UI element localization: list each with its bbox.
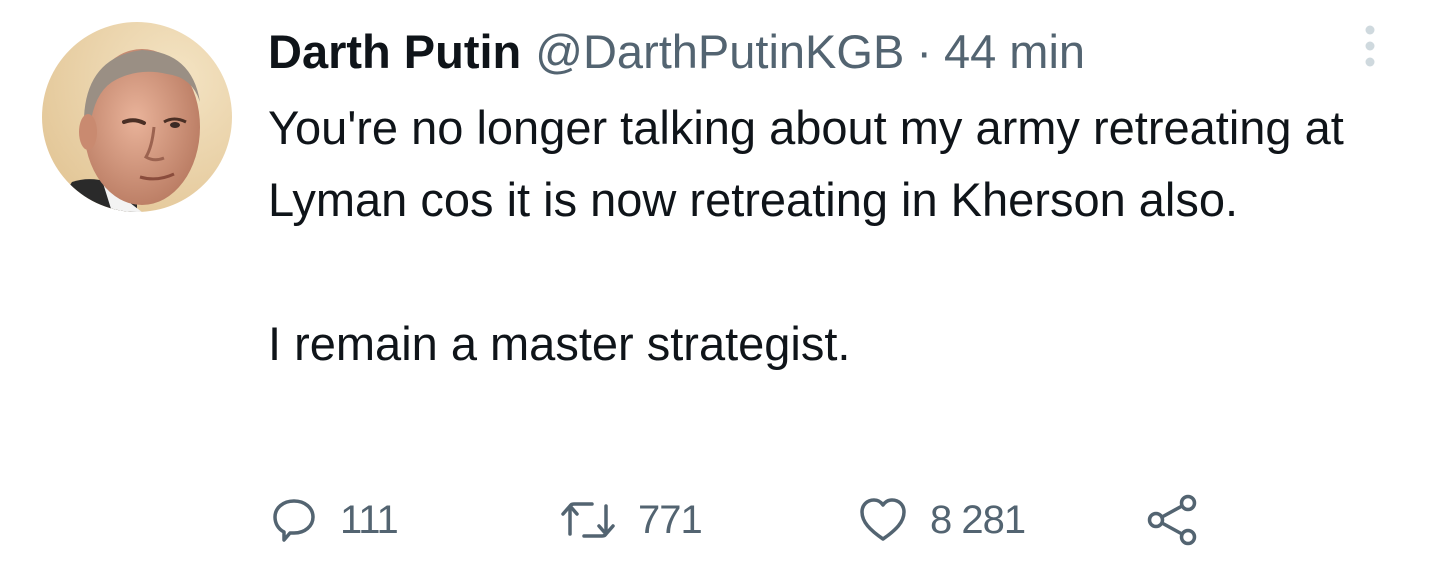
avatar-image: [42, 22, 232, 212]
like-count: 8 281: [930, 497, 1026, 542]
more-vertical-icon: [1365, 25, 1375, 67]
tweet-text-paragraph: I remain a master strategist.: [268, 317, 851, 370]
header-separator: ·: [916, 25, 932, 78]
retweet-icon: [561, 502, 615, 538]
retweet-button[interactable]: 771: [560, 492, 703, 548]
share-button[interactable]: [1146, 492, 1200, 548]
reply-button[interactable]: 111: [270, 492, 399, 548]
reply-count: 111: [340, 497, 399, 542]
retweet-count: 771: [638, 497, 703, 542]
tweet-actions: 111 771 8 281: [270, 492, 1270, 548]
share-icon: [1147, 494, 1197, 546]
more-options-button[interactable]: [1350, 22, 1390, 72]
reply-bubble-icon: [273, 499, 315, 542]
user-handle[interactable]: @DarthPutinKGB: [535, 22, 904, 82]
display-name[interactable]: Darth Putin: [268, 22, 521, 82]
timestamp[interactable]: 44 min: [944, 22, 1085, 82]
heart-icon: [860, 498, 906, 541]
tweet-body: You're no longer talking about my army r…: [268, 92, 1418, 380]
like-button[interactable]: 8 281: [858, 492, 1026, 548]
tweet-card[interactable]: Darth Putin @DarthPutinKGB · 44 min You'…: [0, 0, 1440, 562]
tweet-header: Darth Putin @DarthPutinKGB · 44 min: [268, 22, 1085, 82]
avatar[interactable]: [42, 22, 232, 212]
tweet-text-paragraph: You're no longer talking about my army r…: [268, 101, 1344, 226]
